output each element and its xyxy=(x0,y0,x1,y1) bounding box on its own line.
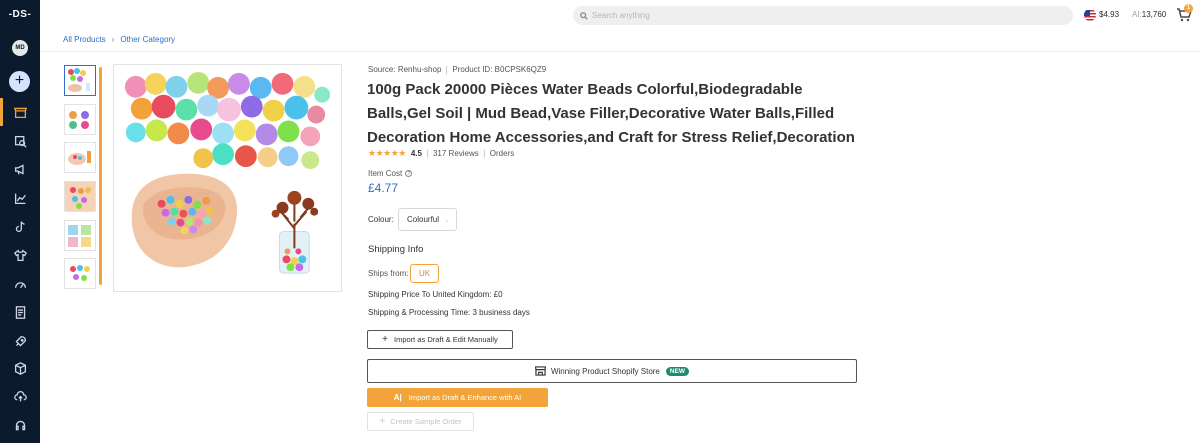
breadcrumb-all-products[interactable]: All Products xyxy=(63,35,106,44)
package-icon[interactable] xyxy=(0,356,40,380)
avatar[interactable]: MD xyxy=(12,40,28,56)
cart-count-badge: 1 xyxy=(1184,4,1193,13)
wallet-balance[interactable]: $4.93 xyxy=(1099,10,1119,19)
separator xyxy=(483,149,485,158)
chevron-down-icon: ⌄ xyxy=(444,216,450,224)
product-title: 100g Pack 20000 Pièces Water Beads Color… xyxy=(367,81,855,146)
separator xyxy=(446,65,448,74)
shipping-info-heading: Shipping Info xyxy=(368,244,424,255)
cloud-upload-icon[interactable] xyxy=(0,384,40,408)
thumbnail-3[interactable] xyxy=(64,142,96,173)
colour-label: Colour: xyxy=(368,215,394,224)
us-flag-icon[interactable] xyxy=(1084,9,1096,21)
ships-from-uk-option[interactable]: UK xyxy=(410,264,439,283)
search-bar[interactable] xyxy=(573,6,1073,25)
thumbnail-4[interactable] xyxy=(64,181,96,212)
chevron-right-icon: › xyxy=(111,35,115,44)
new-badge: NEW xyxy=(665,366,690,376)
thumbnail-2[interactable] xyxy=(64,104,96,135)
add-button[interactable]: + xyxy=(9,71,30,92)
ai-credits-value: 13,760 xyxy=(1141,10,1167,19)
winning-store-button[interactable]: Winning Product Shopify Store NEW xyxy=(367,359,857,383)
colour-select[interactable]: Colourful ⌄ xyxy=(398,208,457,231)
item-price: £4.77 xyxy=(368,181,399,195)
shipping-price: Shipping Price To United Kingdom: £0 xyxy=(368,290,503,299)
main-product-image[interactable] xyxy=(113,64,342,292)
ai-credits-label: AI: xyxy=(1132,10,1142,19)
sidebar: -DS- MD + xyxy=(0,0,40,443)
shipping-time: Shipping & Processing Time: 3 business d… xyxy=(368,308,530,317)
thumbnail-5[interactable] xyxy=(64,220,96,251)
source-label: Source: xyxy=(368,65,396,74)
breadcrumb: All Products › Other Category xyxy=(63,35,175,44)
import-draft-ai-label: Import as Draft & Enhance with AI xyxy=(408,393,522,402)
top-bar: $4.93 AI:13,760 1 xyxy=(40,0,1200,30)
rocket-icon[interactable] xyxy=(0,329,40,353)
star-rating-icon: ★★★★★ xyxy=(368,148,406,158)
ai-icon: A| xyxy=(393,393,402,402)
create-sample-order-label: Create Sample Order xyxy=(390,417,462,426)
thumbnail-scrollbar[interactable] xyxy=(99,67,102,285)
import-draft-manual-button[interactable]: + Import as Draft & Edit Manually xyxy=(367,330,513,349)
analytics-icon[interactable] xyxy=(0,186,40,210)
product-search-icon[interactable] xyxy=(0,129,40,153)
store-icon xyxy=(534,366,546,376)
import-draft-manual-label: Import as Draft & Edit Manually xyxy=(394,335,498,344)
shirt-icon[interactable] xyxy=(0,243,40,267)
speedometer-icon[interactable] xyxy=(0,272,40,296)
thumbnail-1[interactable] xyxy=(64,65,96,96)
import-draft-ai-button[interactable]: A| Import as Draft & Enhance with AI xyxy=(367,388,548,407)
source-shop[interactable]: Renhu-shop xyxy=(398,65,442,74)
review-count[interactable]: 317 Reviews xyxy=(433,149,479,158)
search-input[interactable] xyxy=(592,11,1052,20)
item-cost: Item Cost ? xyxy=(368,169,413,178)
megaphone-icon[interactable] xyxy=(0,157,40,181)
item-cost-label: Item Cost xyxy=(368,169,403,178)
store-icon[interactable] xyxy=(0,100,40,124)
product-id-label: Product ID: xyxy=(452,65,493,74)
thumbnail-6[interactable] xyxy=(64,258,96,289)
rating-value: 4.5 xyxy=(410,149,422,158)
search-icon xyxy=(580,11,588,20)
support-icon[interactable] xyxy=(0,413,40,437)
info-icon[interactable]: ? xyxy=(405,170,413,177)
product-id: B0CPSK6QZ9 xyxy=(494,65,547,74)
rating-row: ★★★★★ 4.5 317 Reviews Orders xyxy=(368,148,514,159)
plus-icon: + xyxy=(382,334,389,345)
product-meta: Source: Renhu-shop Product ID: B0CPSK6QZ… xyxy=(368,65,546,74)
create-sample-order-button[interactable]: + Create Sample Order xyxy=(367,412,474,431)
colour-value: Colourful xyxy=(407,215,440,224)
ai-credits[interactable]: AI:13,760 xyxy=(1132,10,1166,19)
app-logo[interactable]: -DS- xyxy=(0,9,40,20)
orders-count: Orders xyxy=(489,149,515,158)
divider xyxy=(40,51,1200,52)
separator xyxy=(426,149,428,158)
ships-from-label: Ships from: xyxy=(368,269,409,278)
orders-icon[interactable] xyxy=(0,300,40,324)
tiktok-icon[interactable] xyxy=(0,214,40,238)
winning-store-label: Winning Product Shopify Store xyxy=(550,366,660,376)
plus-icon: + xyxy=(379,416,386,427)
breadcrumb-other-category[interactable]: Other Category xyxy=(120,35,175,44)
